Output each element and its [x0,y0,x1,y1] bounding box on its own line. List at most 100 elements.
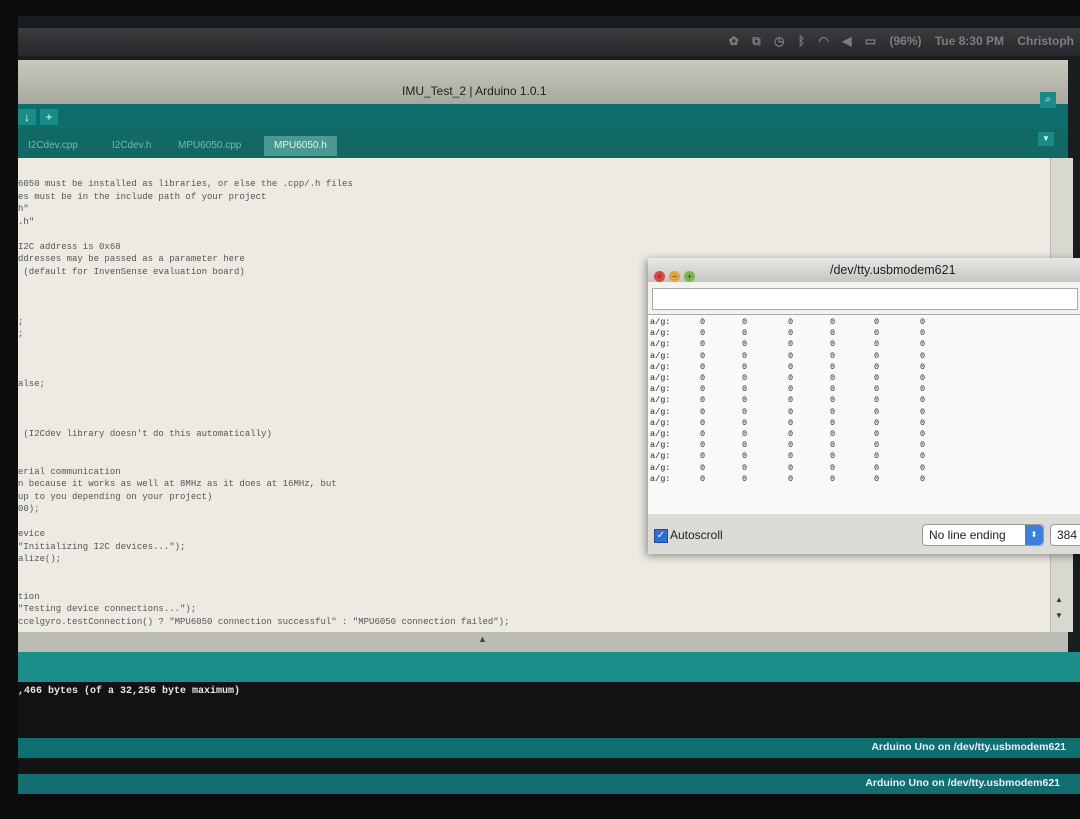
serial-row-value: 0 [742,361,748,372]
board-status-text: Arduino Uno on /dev/tty.usbmodem621 [871,741,1066,753]
serial-row-value: 0 [830,339,836,350]
chevron-updown-icon: ⬍ [1025,525,1043,545]
serial-row-value: 0 [830,395,836,406]
serial-row-value: 0 [830,462,836,473]
serial-row-value: 0 [742,395,748,406]
serial-monitor-window: × − + /dev/tty.usbmodem621 a/g: 0 0 0 0 0 0 a/g: 0… [648,258,1080,554]
serial-row-value: 0 [874,429,880,439]
serial-row-label: a/g: [650,373,671,383]
serial-row-value: 0 [742,384,748,395]
serial-row-value: 0 [874,317,880,327]
serial-row-value: 0 [830,373,836,383]
serial-row-value: 0 [920,317,926,327]
serial-row-value: 0 [830,440,836,451]
serial-row-value: 0 [788,350,794,361]
mac-menubar: ✿ ⧉ ◷ ᛒ ◠ ◀ ▭ (96%) Tue 8:30 PM Christop… [18,28,1080,56]
screen: ✿ ⧉ ◷ ᛒ ◠ ◀ ▭ (96%) Tue 8:30 PM Christop… [18,16,1080,819]
serial-row-value: 0 [920,361,926,372]
serial-row-value: 0 [742,339,748,350]
autoscroll-checkbox[interactable]: ✓ [654,529,668,543]
menubar-user[interactable]: Christoph [1017,34,1074,48]
minimize-icon[interactable]: − [669,271,680,282]
dropbox-icon[interactable]: ✿ [729,34,739,48]
serial-row-value: 0 [700,373,706,383]
serial-row-value: 0 [742,317,748,327]
serial-row-value: 0 [920,473,926,484]
baud-select[interactable]: 384 [1050,524,1080,546]
serial-row-value: 0 [788,451,794,462]
menubar-tray: ✿ ⧉ ◷ ᛒ ◠ ◀ ▭ (96%) Tue 8:30 PM Christop… [719,34,1074,49]
battery-icon[interactable]: ▭ [865,34,876,48]
scroll-down-arrow-icon[interactable]: ▼ [1055,611,1063,620]
line-ending-select[interactable]: No line ending ⬍ [922,524,1044,546]
menubar-clock[interactable]: Tue 8:30 PM [935,34,1004,48]
serial-row-value: 0 [788,417,794,428]
serial-row-label: a/g: [650,429,671,439]
tab-mpu6050-cpp[interactable]: MPU6050.cpp [168,136,251,156]
serial-row-value: 0 [700,473,706,484]
display-icon[interactable]: ⧉ [752,34,761,48]
scroll-up-arrow-icon[interactable]: ▲ [1055,595,1063,604]
time-machine-icon[interactable]: ◷ [774,34,784,48]
serial-row-value: 0 [920,350,926,361]
serial-send-input[interactable] [652,288,1078,310]
divider-grip-icon[interactable]: ▲ [478,634,487,644]
serial-row-value: 0 [742,473,748,484]
board-status-bar-2: Arduino Uno on /dev/tty.usbmodem621 [18,774,1080,794]
serial-row-value: 0 [920,429,926,439]
serial-row-value: 0 [874,406,880,417]
serial-row-value: 0 [920,339,926,350]
serial-row-value: 0 [830,406,836,417]
serial-row-value: 0 [874,440,880,451]
serial-row-value: 0 [830,350,836,361]
serial-row-value: 0 [830,451,836,462]
serial-row-value: 0 [700,395,706,406]
serial-row-value: 0 [700,440,706,451]
save-button[interactable]: ↓ [18,109,36,125]
serial-row-value: 0 [874,462,880,473]
bluetooth-icon[interactable]: ᛒ [798,34,805,48]
serial-row-value: 0 [700,350,706,361]
serial-row-value: 0 [788,473,794,484]
window-gap [18,758,1080,774]
split-divider[interactable]: ▲ [18,632,1068,652]
serial-row-value: 0 [920,451,926,462]
serial-row-value: 0 [920,462,926,473]
serial-row-value: 0 [700,317,706,327]
serial-row-value: 0 [788,328,794,339]
serial-row-label: a/g: [650,361,671,372]
tab-i2cdev-cpp[interactable]: I2Cdev.cpp [18,136,88,156]
battery-percent: (96%) [889,34,922,48]
wifi-icon[interactable]: ◠ [818,34,828,48]
line-ending-value: No line ending [929,528,1006,542]
autoscroll-label: Autoscroll [670,528,723,542]
board-status-text-2: Arduino Uno on /dev/tty.usbmodem621 [865,777,1060,789]
serial-row-label: a/g: [650,339,671,350]
serial-row-value: 0 [700,339,706,350]
serial-row-value: 0 [700,361,706,372]
zoom-icon[interactable]: + [684,271,695,282]
serial-row-value: 0 [874,339,880,350]
serial-row-value: 0 [920,384,926,395]
serial-row-value: 0 [830,317,836,327]
volume-icon[interactable]: ◀ [842,34,851,48]
close-icon[interactable]: × [654,271,665,282]
window-title: IMU_Test_2 | Arduino 1.0.1 [402,84,547,98]
serial-title: /dev/tty.usbmodem621 [830,263,956,277]
serial-row-value: 0 [830,473,836,484]
serial-row-value: 0 [700,417,706,428]
serial-row-value: 0 [742,429,748,439]
serial-controls: ✓ Autoscroll No line ending ⬍ 384 [648,514,1080,554]
tab-mpu6050-h[interactable]: MPU6050.h [264,136,337,156]
serial-row-value: 0 [788,361,794,372]
serial-row-value: 0 [874,451,880,462]
serial-row-value: 0 [788,462,794,473]
serial-monitor-button[interactable]: ⌕ [1040,92,1056,108]
serial-row-value: 0 [830,384,836,395]
desktop-bottom [18,794,1080,819]
tab-i2cdev-h[interactable]: I2Cdev.h [102,136,161,156]
serial-row-label: a/g: [650,451,671,462]
new-sketch-button[interactable]: + [40,109,58,125]
tab-menu-button[interactable]: ▼ [1038,132,1054,146]
serial-row-value: 0 [830,328,836,339]
